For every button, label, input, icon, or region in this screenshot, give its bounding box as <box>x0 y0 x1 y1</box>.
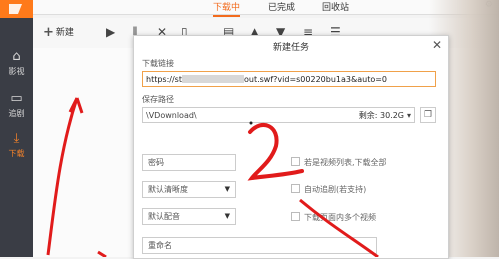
tab-recycle-bin[interactable]: 回收站 <box>322 0 349 13</box>
sidebar-item-label: 追剧 <box>8 109 25 118</box>
tab-completed[interactable]: 已完成 <box>268 0 295 13</box>
path-label: 保存路径 <box>142 95 174 104</box>
chevron-down-icon: ▼ <box>224 185 230 193</box>
logo-icon <box>9 4 22 14</box>
free-value: 30.2G <box>379 111 404 120</box>
rename-field[interactable]: 重命名 <box>142 237 377 254</box>
sidebar-item-label: 下载 <box>8 149 25 158</box>
url-label: 下载链接 <box>142 59 174 68</box>
dub-select[interactable]: 默认配音 ▼ <box>142 208 236 225</box>
free-space: 剩余: 30.2G <box>359 108 404 124</box>
page-videos-checkbox[interactable]: 下载页面内多个视频 <box>291 212 376 223</box>
chevron-down-icon[interactable]: ▾ <box>407 108 411 124</box>
auto-follow-label: 自动追剧(若支持) <box>304 185 367 194</box>
chevron-down-icon: ▼ <box>224 212 230 220</box>
play-icon[interactable]: ▶ <box>106 25 115 39</box>
app-logo <box>0 0 33 18</box>
redacted-region <box>181 75 244 83</box>
download-all-checkbox[interactable]: 若是视频列表,下载全部 <box>291 157 387 168</box>
tv-icon: ▭ <box>10 91 23 106</box>
new-task-label: 新建 <box>55 28 74 38</box>
checkbox-box <box>291 157 300 166</box>
plus-icon: + <box>43 25 54 40</box>
close-icon[interactable]: ✕ <box>432 38 442 52</box>
rename-placeholder: 重命名 <box>148 241 172 250</box>
save-path-input[interactable]: \VDownload\ 剩余: 30.2G ▾ <box>142 107 415 123</box>
quality-select[interactable]: 默认清晰度 ▼ <box>142 181 236 198</box>
path-value: \VDownload\ <box>146 111 197 120</box>
free-label: 剩余: <box>358 111 378 120</box>
download-icon: ⤓ <box>13 131 20 146</box>
new-task-dialog: 新建任务 ✕ 下载链接 https://st out.swf?vid=s00220… <box>133 35 449 259</box>
sidebar-item-movies[interactable]: ⌂ 影视 <box>0 46 33 80</box>
checkbox-box <box>291 212 300 221</box>
tab-completed-label: 已完成 <box>268 3 296 13</box>
title-bar: 下载中 已完成 回收站 ⚙ <box>0 0 499 17</box>
tab-recycle-bin-label: 回收站 <box>322 3 350 13</box>
checkbox-box <box>291 184 300 193</box>
auto-follow-checkbox[interactable]: 自动追剧(若支持) <box>291 184 366 195</box>
page-videos-label: 下载页面内多个视频 <box>304 213 376 222</box>
sidebar: ⌂ 影视 ▭ 追剧 ⤓ 下载 <box>0 18 33 257</box>
download-all-label: 若是视频列表,下载全部 <box>304 158 387 167</box>
url-suffix: out.swf?vid=s00220bu1a3&auto=0 <box>243 75 388 84</box>
tab-downloading-label: 下载中 <box>213 3 241 13</box>
password-placeholder: 密码 <box>148 158 164 167</box>
dialog-title: 新建任务 <box>272 43 309 53</box>
quality-value: 默认清晰度 <box>148 185 188 194</box>
tab-downloading[interactable]: 下载中 <box>213 0 241 17</box>
password-field[interactable]: 密码 <box>142 154 236 171</box>
active-tab-underline <box>213 15 241 17</box>
url-input[interactable]: https://st out.swf?vid=s00220bu1a3&auto=0 <box>142 71 436 87</box>
sidebar-item-label: 影视 <box>8 67 25 76</box>
url-prefix: https://st <box>146 75 182 84</box>
folder-icon[interactable]: ❐ <box>420 107 436 123</box>
dub-value: 默认配音 <box>148 212 180 221</box>
home-icon: ⌂ <box>12 49 21 64</box>
sidebar-item-download[interactable]: ⤓ 下载 <box>0 128 33 162</box>
sidebar-item-series[interactable]: ▭ 追剧 <box>0 88 33 122</box>
new-task-button[interactable]: + 新建 <box>43 25 74 40</box>
